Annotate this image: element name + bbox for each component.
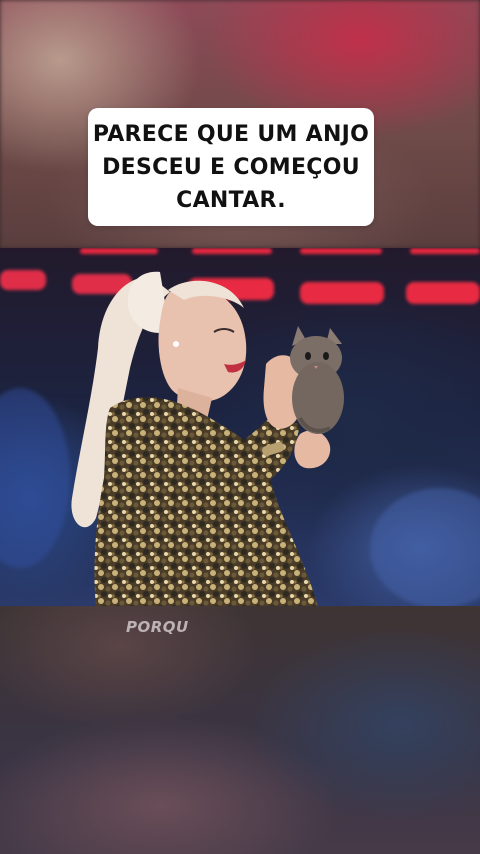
stage-lights: [0, 248, 480, 304]
video-frame[interactable]: [0, 248, 480, 606]
stage-light: [192, 248, 272, 254]
stage-light: [406, 282, 480, 304]
stage-light: [300, 282, 384, 304]
blurred-backdrop-bottom: [0, 606, 480, 854]
video-scene: [0, 248, 480, 606]
stage-light: [0, 270, 46, 290]
kitten: [290, 326, 344, 434]
caption-line: CANTAR.: [176, 187, 286, 213]
face: [158, 286, 247, 402]
stage-light: [410, 248, 480, 254]
caption-box: PARECE QUE UM ANJO DESCEU E COMEÇOU CANT…: [88, 108, 374, 226]
stage-light: [300, 248, 382, 254]
caption-line: DESCEU E COMEÇOU: [102, 154, 360, 180]
stage-light: [80, 248, 158, 254]
woman: [71, 271, 331, 606]
caption-line: PARECE QUE UM ANJO: [92, 121, 370, 147]
watermark: PORQU: [126, 618, 189, 636]
